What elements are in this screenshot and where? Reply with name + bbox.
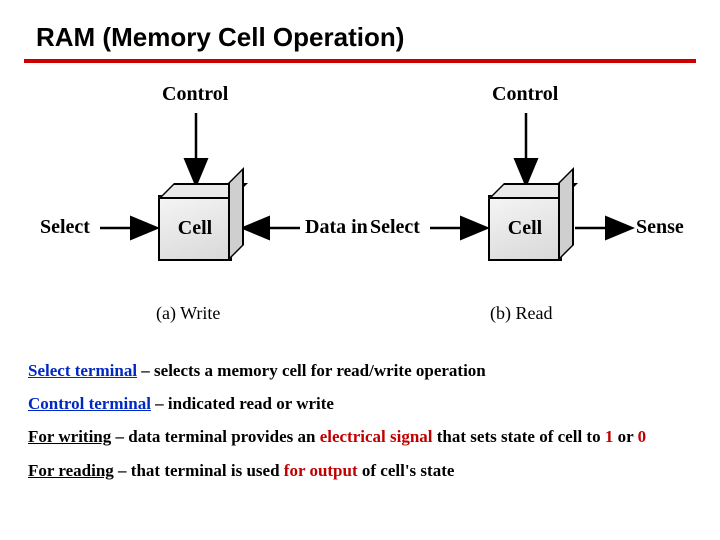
note-writing: For writing – data terminal provides an … bbox=[28, 423, 692, 450]
write-datain-label: Data in bbox=[305, 216, 368, 239]
read-control-label: Control bbox=[492, 83, 558, 106]
notes: Select terminal – selects a memory cell … bbox=[0, 343, 720, 484]
note-reading-output: for output bbox=[284, 461, 358, 480]
note-control-term: Control terminal bbox=[28, 394, 151, 413]
write-control-label: Control bbox=[162, 83, 228, 106]
note-writing-t2: that sets state of cell to bbox=[433, 427, 605, 446]
read-cell-label: Cell bbox=[508, 217, 542, 240]
read-select-label: Select bbox=[370, 216, 420, 239]
read-cell-box: Cell bbox=[488, 195, 562, 261]
note-writing-zero: 0 bbox=[638, 427, 647, 446]
note-writing-signal: electrical signal bbox=[320, 427, 433, 446]
note-select: Select terminal – selects a memory cell … bbox=[28, 357, 692, 384]
write-select-label: Select bbox=[40, 216, 90, 239]
read-caption: (b) Read bbox=[490, 303, 552, 324]
note-reading-term: For reading bbox=[28, 461, 114, 480]
note-writing-or: or bbox=[613, 427, 637, 446]
note-reading-t2: of cell's state bbox=[358, 461, 455, 480]
note-writing-t1: – data terminal provides an bbox=[111, 427, 319, 446]
note-control-text: – indicated read or write bbox=[151, 394, 334, 413]
diagram-arrows bbox=[0, 63, 720, 343]
write-cell-label: Cell bbox=[178, 217, 212, 240]
note-reading: For reading – that terminal is used for … bbox=[28, 457, 692, 484]
read-sense-label: Sense bbox=[636, 216, 684, 239]
diagram-area: Cell Control Select Data in (a) Write Ce… bbox=[0, 63, 720, 343]
write-cell-box: Cell bbox=[158, 195, 232, 261]
slide-title: RAM (Memory Cell Operation) bbox=[0, 0, 720, 59]
write-caption: (a) Write bbox=[156, 303, 220, 324]
note-writing-term: For writing bbox=[28, 427, 111, 446]
note-control: Control terminal – indicated read or wri… bbox=[28, 390, 692, 417]
note-select-term: Select terminal bbox=[28, 361, 137, 380]
note-reading-t1: – that terminal is used bbox=[114, 461, 284, 480]
note-select-text: – selects a memory cell for read/write o… bbox=[137, 361, 486, 380]
